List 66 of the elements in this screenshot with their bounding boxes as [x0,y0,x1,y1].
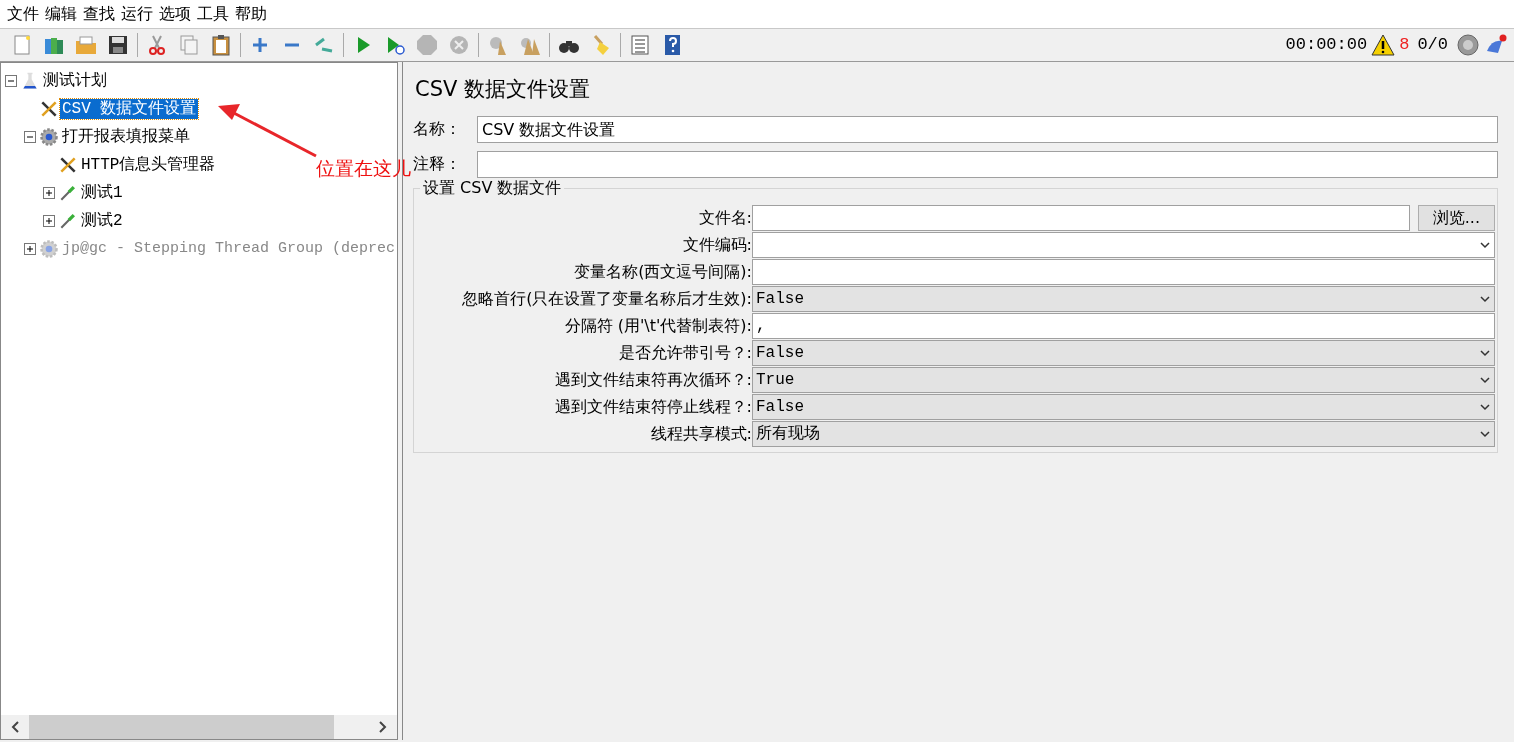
field-label: 分隔符 (用'\t'代替制表符): [563,315,752,337]
dropdown[interactable]: True [752,367,1495,393]
field-label: 是否允许带引号？: [617,342,752,364]
field-label: 变量名称(西文逗号间隔): [573,261,752,283]
tree-item[interactable]: 测试1 [79,183,125,203]
chevron-down-icon [1479,293,1491,305]
tools-icon [58,155,78,175]
menu-item[interactable]: 编辑 [42,0,80,28]
tree-item[interactable]: CSV 数据文件设置 [60,99,199,119]
comment-label: 注释： [413,153,462,175]
chevron-down-icon [1479,401,1491,413]
panel-title: CSV 数据文件设置 [415,76,592,103]
flask-icon [20,71,40,91]
elapsed-time: 00:00:00 [1285,34,1368,57]
warning-count: 8 [1399,34,1410,57]
gear-icon [39,127,59,147]
comment-field[interactable] [477,150,1498,178]
chevron-down-icon [1479,239,1491,251]
remote-icon[interactable] [1456,33,1480,57]
tree-item[interactable]: HTTP信息头管理器 [79,155,218,175]
name-field[interactable]: CSV 数据文件设置 [477,115,1498,143]
field-label: 忽略首行(只在设置了变量名称后才生效): [461,288,752,310]
list-icon[interactable] [628,33,652,57]
menu-item[interactable]: 文件 [4,0,42,28]
expand-toggle-icon[interactable] [43,187,55,199]
field-label: 线程共享模式: [649,423,752,445]
text-field[interactable] [752,259,1495,285]
paste-icon[interactable] [209,33,233,57]
scrollbar-thumb[interactable] [29,715,334,739]
dropdown[interactable]: False [752,286,1495,312]
gear-icon [39,239,59,259]
thread-count: 0/0 [1417,34,1448,57]
field-label: 文件编码: [681,234,752,256]
annotation-text: 位置在这儿 [316,156,411,180]
group-title: 设置 CSV 数据文件 [420,177,565,198]
tree-item[interactable]: 测试计划 [41,71,109,91]
folder-icon[interactable] [74,33,98,57]
menu-item[interactable]: 工具 [194,0,232,28]
expand-toggle-icon[interactable] [5,75,17,87]
combo-box[interactable] [752,232,1495,258]
chevron-down-icon [1479,374,1491,386]
field-label: 遇到文件结束符再次循环？: [553,369,752,391]
tools-icon [39,99,59,119]
menu-item[interactable]: 选项 [156,0,194,28]
dropdown[interactable]: False [752,340,1495,366]
pipette-icon [58,211,78,231]
text-field[interactable]: , [752,313,1495,339]
chevron-down-icon [1479,347,1491,359]
tree-item[interactable]: 打开报表填报菜单 [60,127,192,147]
browse-button[interactable]: 浏览... [1417,205,1495,231]
field-label: 遇到文件结束符停止线程？: [553,396,752,418]
pipette-icon [58,183,78,203]
field-label: 文件名: [697,207,752,229]
menu-item[interactable]: 运行 [118,0,156,28]
dropdown[interactable]: 所有现场 [752,421,1495,447]
chevron-down-icon [1479,428,1491,440]
menu-item[interactable]: 查找 [80,0,118,28]
tree-item[interactable]: 测试2 [79,211,125,231]
menu-item[interactable]: 帮助 [232,0,270,28]
expand-toggle-icon[interactable] [43,215,55,227]
name-label: 名称： [413,118,462,140]
save-icon[interactable] [106,33,130,57]
dropdown[interactable]: False [752,394,1495,420]
warning-icon[interactable] [1371,33,1396,57]
expand-toggle-icon[interactable] [24,131,36,143]
text-field[interactable] [752,205,1410,231]
